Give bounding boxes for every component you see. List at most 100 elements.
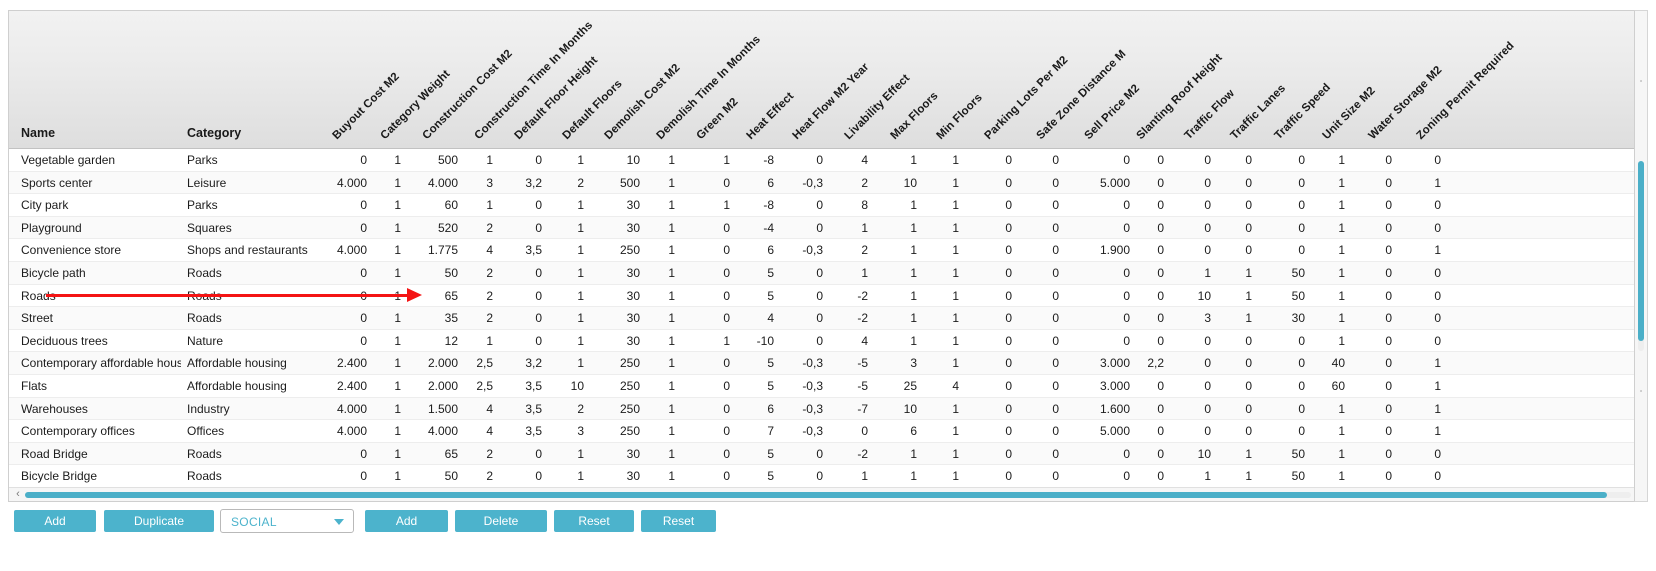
cell-value[interactable]: 1 <box>629 420 675 443</box>
cell-name[interactable]: Bicycle Bridge <box>21 465 181 487</box>
cell-value[interactable]: 0 <box>1013 172 1059 195</box>
cell-value[interactable]: 0 <box>966 194 1012 217</box>
cell-value[interactable]: 1 <box>1299 262 1345 285</box>
cell-value[interactable]: 0 <box>777 194 823 217</box>
cell-value[interactable]: 1 <box>355 465 401 487</box>
cell-value[interactable]: 1 <box>1299 465 1345 487</box>
cell-value[interactable]: 2 <box>538 172 584 195</box>
cell-value[interactable]: 0 <box>1165 239 1211 262</box>
cell-category[interactable]: Nature <box>187 330 337 353</box>
table-row[interactable]: Bicycle path Roads 0 1 50 2 0 1 30 1 0 5 0 1 1 1 0 0 0 0 1 1 5… <box>9 261 1647 285</box>
cell-value[interactable]: 1 <box>538 194 584 217</box>
cell-value[interactable]: 4 <box>447 420 493 443</box>
cell-value[interactable]: 4 <box>447 398 493 421</box>
cell-name[interactable]: Deciduous trees <box>21 330 181 353</box>
cell-value[interactable]: 6 <box>728 239 774 262</box>
cell-value[interactable]: 1 <box>629 149 675 172</box>
cell-value[interactable]: 0 <box>966 149 1012 172</box>
cell-value[interactable]: 0 <box>1013 420 1059 443</box>
cell-value[interactable]: 1 <box>913 149 959 172</box>
cell-value[interactable]: 1 <box>871 465 917 487</box>
cell-value[interactable]: 0 <box>1165 352 1211 375</box>
cell-value[interactable]: 0 <box>966 330 1012 353</box>
cell-value[interactable]: 1 <box>1299 194 1345 217</box>
cell-value[interactable]: 40 <box>1299 352 1345 375</box>
cell-value[interactable]: 1 <box>1165 262 1211 285</box>
cell-value[interactable]: 1 <box>871 217 917 240</box>
cell-value[interactable]: 0 <box>1165 398 1211 421</box>
horizontal-scroll-track[interactable] <box>25 492 1631 498</box>
cell-value[interactable]: 0 <box>1118 217 1164 240</box>
cell-value[interactable]: 1 <box>1299 172 1345 195</box>
cell-value[interactable]: 0 <box>496 262 542 285</box>
cell-value[interactable]: 6 <box>871 420 917 443</box>
cell-value[interactable]: 0 <box>684 217 730 240</box>
cell-value[interactable]: 1 <box>871 262 917 285</box>
cell-value[interactable]: 1 <box>538 307 584 330</box>
cell-value[interactable]: 1 <box>538 217 584 240</box>
cell-value[interactable]: 0 <box>496 443 542 466</box>
cell-value[interactable]: 0 <box>1118 194 1164 217</box>
cell-name[interactable]: Sports center <box>21 172 181 195</box>
cell-value[interactable]: 1 <box>355 217 401 240</box>
cell-value[interactable]: 2 <box>447 465 493 487</box>
cell-value[interactable]: 1 <box>355 420 401 443</box>
cell-value[interactable]: 0 <box>1013 149 1059 172</box>
cell-value[interactable]: 1 <box>822 465 868 487</box>
cell-value[interactable]: 1 <box>913 194 959 217</box>
cell-value[interactable]: 2 <box>822 172 868 195</box>
reset-name-button[interactable]: Reset Name <box>641 510 716 550</box>
cell-value[interactable]: 1 <box>913 172 959 195</box>
cell-value[interactable]: 1 <box>871 443 917 466</box>
cell-value[interactable]: 0 <box>777 330 823 353</box>
cell-value[interactable]: 0 <box>1206 420 1252 443</box>
cell-value[interactable]: 1 <box>871 285 917 308</box>
cell-value[interactable]: 7 <box>728 420 774 443</box>
cell-category[interactable]: Roads <box>187 285 337 308</box>
cell-value[interactable]: 0 <box>1118 285 1164 308</box>
table-row[interactable]: City park Parks 0 1 60 1 0 1 30 1 1 -8 0 8 1 1 0 0 0 0 0 0 0 1 0… <box>9 194 1647 217</box>
cell-value[interactable]: 0 <box>1118 420 1164 443</box>
cell-name[interactable]: Convenience store <box>21 239 181 262</box>
cell-category[interactable]: Leisure <box>187 172 337 195</box>
cell-value[interactable]: 10 <box>871 172 917 195</box>
table-row[interactable]: Playground Squares 0 1 520 2 0 1 30 1 0 -4 0 1 1 1 0 0 0 0 0… <box>9 216 1647 240</box>
cell-value[interactable]: 0 <box>1013 239 1059 262</box>
cell-value[interactable]: 0 <box>1165 149 1211 172</box>
cell-value[interactable]: 0 <box>1206 217 1252 240</box>
cell-value[interactable]: 0 <box>1013 262 1059 285</box>
cell-value[interactable]: 0 <box>684 375 730 398</box>
cell-value[interactable]: 3,5 <box>496 420 542 443</box>
cell-value[interactable]: 0 <box>1395 262 1441 285</box>
cell-value[interactable]: 0 <box>1118 375 1164 398</box>
cell-value[interactable]: 0 <box>966 262 1012 285</box>
cell-value[interactable]: 2,5 <box>447 375 493 398</box>
cell-value[interactable]: 0 <box>1013 285 1059 308</box>
add-category-button[interactable]: Add category <box>365 510 448 550</box>
cell-value[interactable]: 1 <box>1299 330 1345 353</box>
table-row[interactable]: Convenience store Shops and restaurants 4.… <box>9 239 1647 262</box>
cell-value[interactable]: 0 <box>1395 149 1441 172</box>
cell-name[interactable]: Vegetable garden <box>21 149 181 172</box>
column-header-rotated-15[interactable]: Safe Zone Distance M <box>1035 48 1129 142</box>
cell-value[interactable]: 0 <box>966 307 1012 330</box>
cell-value[interactable]: 2,5 <box>447 352 493 375</box>
cell-value[interactable]: 0 <box>496 149 542 172</box>
cell-value[interactable]: 0 <box>1346 352 1392 375</box>
table-row[interactable]: Vegetable garden Parks 0 1 500 1 0 1 10 1 1 -8 0 4 1 1 0… <box>9 149 1647 172</box>
cell-value[interactable]: 0 <box>684 285 730 308</box>
cell-value[interactable]: 1 <box>1299 217 1345 240</box>
cell-value[interactable]: 0 <box>1118 465 1164 487</box>
cell-value[interactable]: -8 <box>728 149 774 172</box>
column-header-rotated-12[interactable]: Max Floors <box>889 90 941 142</box>
column-header-rotated-23[interactable]: Zoning Permit Required <box>1415 40 1517 142</box>
cell-value[interactable]: 0 <box>1118 443 1164 466</box>
cell-name[interactable]: Contemporary offices <box>21 420 181 443</box>
table-row[interactable]: Street Roads 0 1 35 2 0 1 30 1 0 4 0 -2 1 1 0 0 0 0 3 1 30 1 0 0 <box>9 307 1647 330</box>
cell-value[interactable]: 1 <box>1395 352 1441 375</box>
cell-value[interactable]: 0 <box>966 217 1012 240</box>
cell-value[interactable]: 0 <box>1165 420 1211 443</box>
cell-value[interactable]: 0 <box>777 443 823 466</box>
cell-value[interactable]: 0 <box>1013 398 1059 421</box>
cell-value[interactable]: 0 <box>966 375 1012 398</box>
